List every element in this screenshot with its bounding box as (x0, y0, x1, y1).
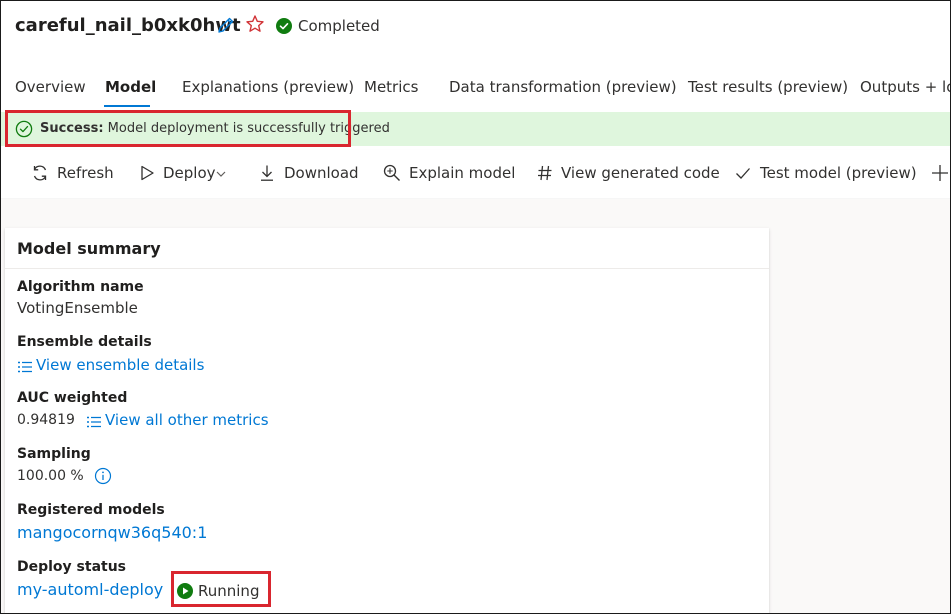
auc-weighted-label: AUC weighted (17, 390, 128, 406)
ensemble-details-label: Ensemble details (17, 334, 152, 350)
explain-model-button[interactable]: Explain model (409, 164, 515, 182)
algorithm-name-label: Algorithm name (17, 279, 144, 295)
highlight-box-running (171, 571, 271, 607)
active-tab-indicator (104, 105, 150, 107)
deployment-link[interactable]: my-automl-deploy (17, 580, 163, 599)
card-title: Model summary (17, 239, 161, 258)
sampling-value: 100.00 % (17, 468, 84, 484)
chevron-down-icon[interactable] (216, 170, 226, 178)
view-generated-code-button[interactable]: View generated code (561, 164, 720, 182)
view-all-metrics-link[interactable]: View all other metrics (105, 411, 269, 429)
run-status-text: Completed (298, 17, 380, 35)
download-button[interactable]: Download (284, 164, 359, 182)
registered-models-label: Registered models (17, 502, 165, 518)
test-model-button[interactable]: Test model (preview) (760, 164, 917, 182)
registered-model-link[interactable]: mangocornqw36q540:1 (17, 523, 207, 542)
info-icon[interactable] (94, 467, 112, 485)
refresh-icon (33, 165, 47, 181)
completed-check-icon (276, 18, 292, 34)
hash-icon (538, 165, 552, 181)
list-icon (18, 361, 32, 373)
algorithm-name-value: VotingEnsemble (17, 299, 138, 317)
tab-data-transformation[interactable]: Data transformation (preview) (449, 78, 677, 96)
card-divider (5, 268, 769, 269)
refresh-button[interactable]: Refresh (57, 164, 114, 182)
highlight-box-banner (5, 110, 351, 147)
tab-outputs-logs[interactable]: Outputs + log (860, 78, 951, 96)
deploy-button[interactable]: Deploy (163, 164, 216, 182)
checkmark-icon (736, 168, 750, 179)
list-icon (87, 416, 101, 428)
favorite-star-icon[interactable] (245, 14, 265, 34)
auc-weighted-value: 0.94819 (17, 412, 75, 428)
tab-test-results[interactable]: Test results (preview) (688, 78, 848, 96)
tab-explanations[interactable]: Explanations (preview) (182, 78, 354, 96)
edit-pencil-icon[interactable] (216, 15, 236, 35)
add-icon[interactable] (930, 163, 950, 183)
deploy-status-label: Deploy status (17, 559, 127, 575)
run-title: careful_nail_b0xk0hwt (15, 15, 241, 36)
tab-overview[interactable]: Overview (15, 78, 86, 96)
tab-metrics[interactable]: Metrics (364, 78, 418, 96)
tab-model[interactable]: Model (105, 78, 156, 96)
deploy-play-icon (141, 165, 154, 181)
explain-zoom-icon (383, 164, 400, 181)
view-ensemble-details-link[interactable]: View ensemble details (36, 356, 204, 374)
sampling-label: Sampling (17, 446, 91, 462)
download-icon (261, 165, 273, 181)
